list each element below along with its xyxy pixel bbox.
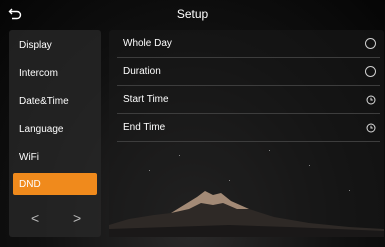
back-button[interactable]	[6, 5, 24, 23]
next-page-button[interactable]: >	[73, 210, 81, 226]
sidebar-item-language[interactable]: Language	[13, 118, 97, 140]
sidebar: Display Intercom Date&Time Language WiFi…	[9, 30, 101, 237]
sidebar-item-label: DND	[19, 178, 41, 190]
prev-page-button[interactable]: <	[31, 210, 39, 226]
clock-icon[interactable]	[366, 95, 376, 105]
end-time-label: End Time	[123, 122, 166, 133]
sidebar-item-label: WiFi	[19, 151, 39, 163]
start-time-label: Start Time	[123, 94, 169, 105]
page-title: Setup	[176, 7, 209, 21]
sidebar-item-label: Intercom	[19, 67, 58, 79]
duration-label: Duration	[123, 66, 161, 77]
back-arrow-icon	[8, 8, 22, 20]
duration-option[interactable]: Duration	[117, 58, 380, 86]
mountain-landscape-image	[109, 191, 384, 237]
dnd-settings-panel: Whole Day Duration Start Time End Time	[109, 30, 384, 237]
sidebar-item-label: Date&Time	[19, 95, 69, 107]
sidebar-item-label: Display	[19, 39, 52, 51]
whole-day-option[interactable]: Whole Day	[117, 30, 380, 58]
whole-day-label: Whole Day	[123, 38, 172, 49]
start-time-row[interactable]: Start Time	[117, 86, 380, 114]
radio-icon[interactable]	[365, 66, 376, 77]
sidebar-item-wifi[interactable]: WiFi	[13, 146, 97, 168]
sidebar-item-intercom[interactable]: Intercom	[13, 62, 97, 84]
sidebar-item-date-time[interactable]: Date&Time	[13, 90, 97, 112]
sidebar-item-display[interactable]: Display	[13, 34, 97, 56]
sidebar-item-label: Language	[19, 123, 64, 135]
end-time-row[interactable]: End Time	[117, 114, 380, 142]
sidebar-item-dnd[interactable]: DND	[13, 173, 97, 195]
radio-icon[interactable]	[365, 38, 376, 49]
header-bar: Setup	[0, 0, 385, 28]
clock-icon[interactable]	[366, 123, 376, 133]
